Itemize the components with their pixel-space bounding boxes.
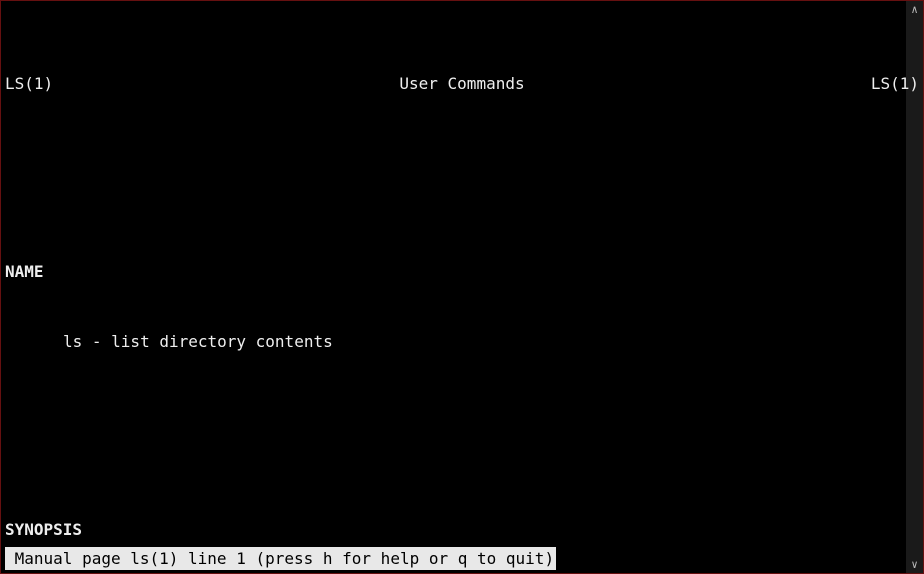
blank-line [5,166,919,190]
man-header-center: User Commands [1,72,923,96]
name-text: ls - list directory contents [5,330,919,354]
man-header: LS(1) User Commands LS(1) [5,72,919,96]
scroll-down-icon[interactable]: ∨ [906,556,923,573]
section-heading-synopsis: SYNOPSIS [5,518,919,542]
blank-line [5,424,919,448]
scroll-up-icon[interactable]: ∧ [906,1,923,18]
section-heading-name: NAME [5,260,919,284]
pager-status-bar: Manual page ls(1) line 1 (press h for he… [5,547,556,571]
man-header-left: LS(1) [5,72,53,96]
man-page-view[interactable]: LS(1) User Commands LS(1) NAME ls - list… [1,1,923,573]
man-header-right: LS(1) [871,72,919,96]
